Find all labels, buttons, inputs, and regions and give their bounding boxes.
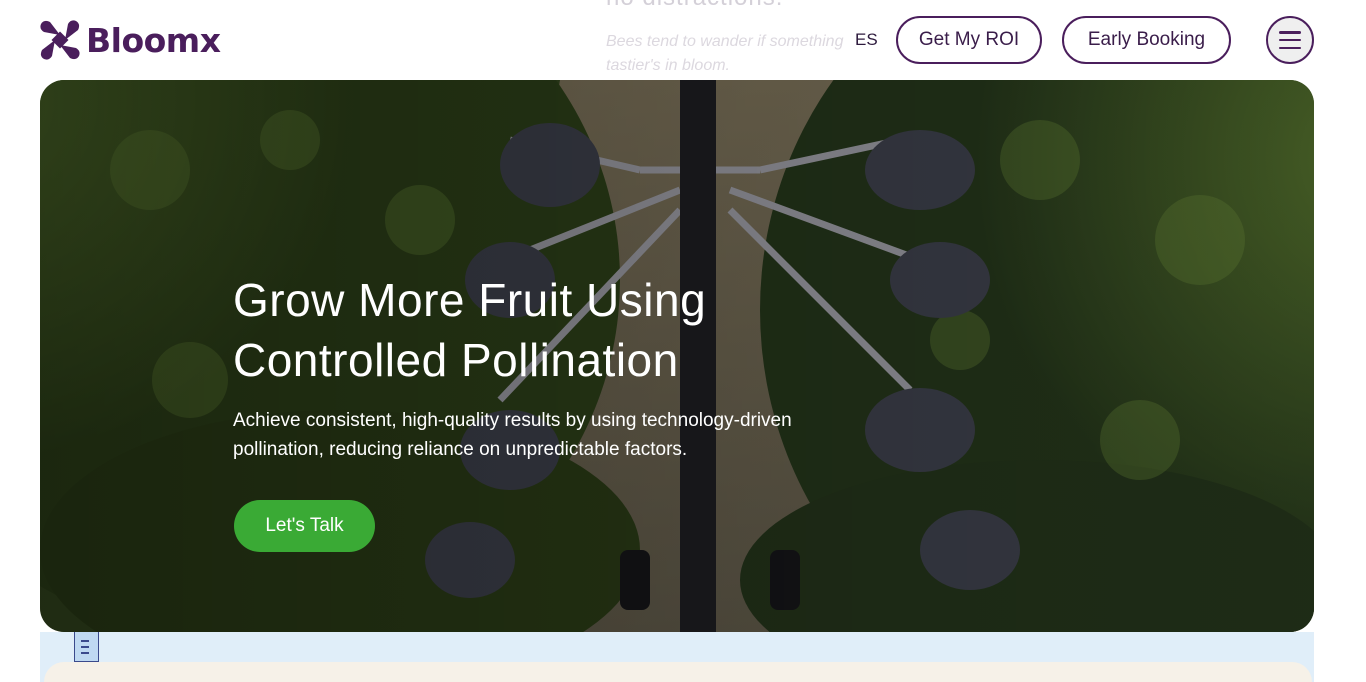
hero-title: Grow More Fruit Using Controlled Pollina… <box>233 274 707 386</box>
hero-section: Grow More Fruit Using Controlled Pollina… <box>40 80 1314 632</box>
site-header: Bloomx ES Get My ROI Early Booking <box>0 0 1366 80</box>
hero-description: Achieve consistent, high-quality results… <box>233 410 792 460</box>
lets-talk-button[interactable]: Let's Talk <box>234 500 375 552</box>
language-switch[interactable]: ES <box>855 30 878 50</box>
logo-link[interactable]: Bloomx <box>40 20 221 60</box>
menu-button[interactable] <box>1266 16 1314 64</box>
hamburger-menu-icon <box>1279 31 1301 49</box>
early-booking-button[interactable]: Early Booking <box>1062 16 1231 64</box>
content-card <box>44 662 1312 682</box>
bookmark-icon <box>74 632 99 662</box>
logo-text: Bloomx <box>86 20 221 60</box>
get-roi-button[interactable]: Get My ROI <box>896 16 1042 64</box>
bloomx-logo-icon <box>40 20 80 60</box>
